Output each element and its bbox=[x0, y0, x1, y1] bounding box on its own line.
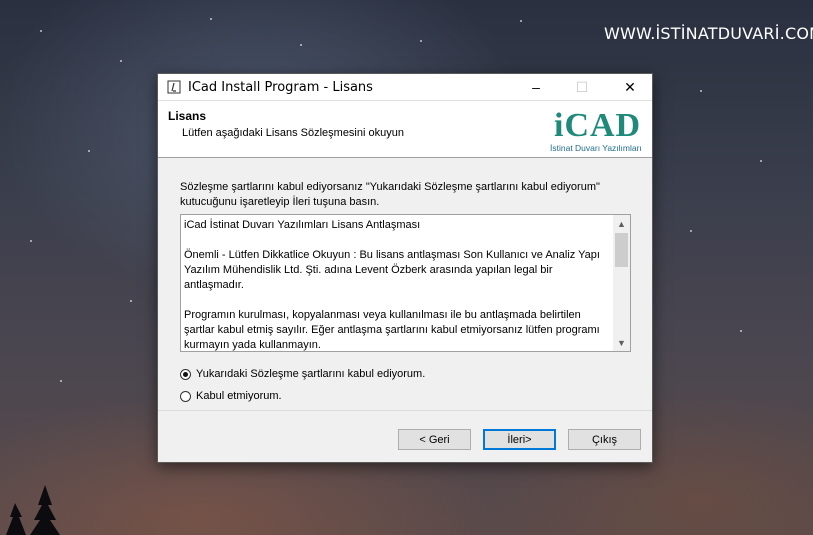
installer-window: ICad Install Program - Lisans – ☐ ✕ Lisa… bbox=[157, 73, 653, 463]
maximize-button[interactable]: ☐ bbox=[559, 74, 605, 100]
accept-label[interactable]: Yukarıdaki Sözleşme şartlarını kabul edi… bbox=[196, 368, 425, 380]
instruction-text: Sözleşme şartlarını kabul ediyorsanız "Y… bbox=[180, 181, 600, 208]
decline-radio[interactable] bbox=[180, 390, 191, 402]
logo-subtitle: İstinat Duvarı Yazılımları bbox=[550, 143, 642, 153]
footer-divider bbox=[158, 410, 652, 411]
scroll-thumb[interactable] bbox=[615, 233, 628, 267]
accept-radio[interactable] bbox=[180, 368, 191, 380]
license-textbox[interactable]: iCad İstinat Duvarı Yazılımları Lisans A… bbox=[180, 214, 631, 352]
minimize-button[interactable]: – bbox=[513, 74, 559, 100]
icad-logo: iCAD İstinat Duvarı Yazılımları bbox=[548, 105, 644, 155]
scroll-up-icon[interactable]: ▲ bbox=[613, 215, 630, 232]
vertical-scrollbar[interactable]: ▲ ▼ bbox=[613, 215, 630, 351]
accept-option[interactable]: Yukarıdaki Sözleşme şartlarını kabul edi… bbox=[180, 368, 425, 380]
tree-silhouette bbox=[6, 485, 60, 535]
decline-label[interactable]: Kabul etmiyorum. bbox=[196, 390, 282, 402]
decline-option[interactable]: Kabul etmiyorum. bbox=[180, 390, 282, 402]
site-watermark: WWW.İSTİNATDUVARİ.COM bbox=[604, 24, 813, 43]
wizard-header: Lisans Lütfen aşağıdaki Lisans Sözleşmes… bbox=[158, 101, 652, 158]
app-icon bbox=[166, 79, 182, 95]
exit-button[interactable]: Çıkış bbox=[568, 429, 641, 450]
back-button[interactable]: < Geri bbox=[398, 429, 471, 450]
license-line: Programın kurulması, kopyalanması veya k… bbox=[184, 309, 600, 351]
logo-text: iCAD bbox=[554, 107, 642, 144]
license-line: iCad İstinat Duvarı Yazılımları Lisans A… bbox=[184, 219, 421, 231]
page-subtitle: Lütfen aşağıdaki Lisans Sözleşmesini oku… bbox=[182, 127, 404, 139]
license-line: Önemli - Lütfen Dikkatlice Okuyun : Bu l… bbox=[184, 249, 600, 291]
license-content: iCad İstinat Duvarı Yazılımları Lisans A… bbox=[184, 218, 609, 351]
next-button[interactable]: İleri> bbox=[483, 429, 556, 450]
close-button[interactable]: ✕ bbox=[607, 74, 653, 100]
window-title: ICad Install Program - Lisans bbox=[188, 79, 373, 95]
scroll-down-icon[interactable]: ▼ bbox=[613, 334, 630, 351]
title-bar[interactable]: ICad Install Program - Lisans – ☐ ✕ bbox=[158, 74, 652, 101]
page-title: Lisans bbox=[168, 109, 207, 123]
